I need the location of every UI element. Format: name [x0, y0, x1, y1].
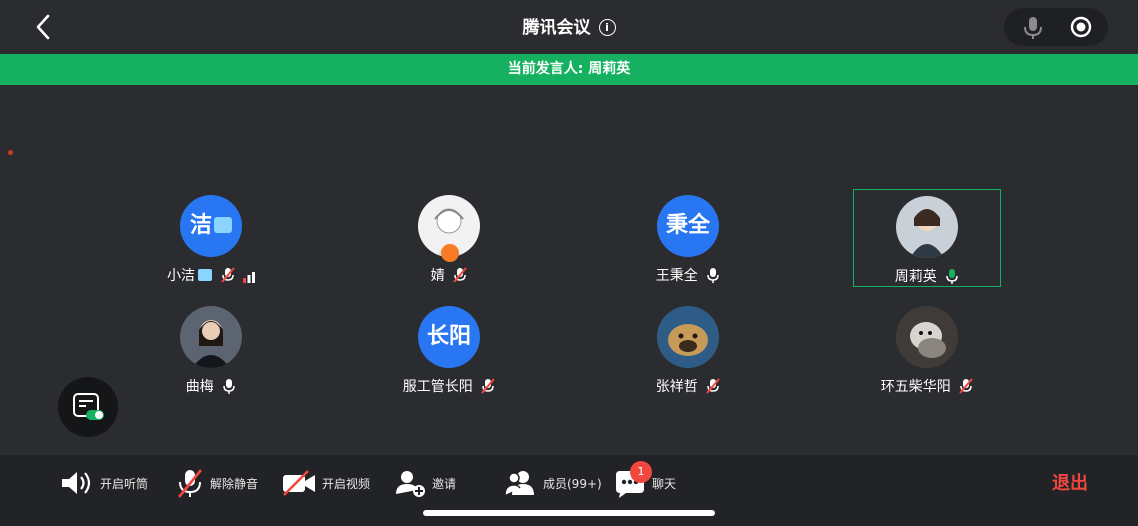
avatar: [180, 306, 242, 368]
mic-muted-icon: [453, 267, 467, 283]
mic-muted-icon: [481, 378, 495, 394]
speaker-icon: [62, 472, 91, 494]
captions-toggle-button[interactable]: [58, 377, 118, 437]
ice-emoji-icon: [198, 269, 213, 281]
captions-icon: [73, 393, 104, 420]
participant-tile[interactable]: 洁 小洁: [137, 189, 285, 287]
participant-name: 小洁: [97, 265, 325, 285]
avatar: [896, 306, 958, 368]
chat-label: 聊天: [652, 476, 677, 491]
home-indicator[interactable]: [423, 510, 715, 516]
avatar: 秉全: [657, 195, 719, 257]
participant-name: 曲梅: [97, 376, 325, 396]
participant-tile[interactable]: 婧: [375, 189, 523, 287]
leave-meeting-button[interactable]: 退出: [1052, 469, 1088, 495]
invite-label: 邀请: [432, 476, 457, 491]
mic-icon: [223, 379, 235, 394]
members-button[interactable]: 成员(99+): [505, 465, 602, 501]
mic-icon: [707, 268, 719, 283]
participant-name: 环五柴华阳: [813, 376, 1041, 396]
start-video-button[interactable]: 开启视频: [282, 465, 370, 501]
host-badge-icon: [441, 244, 459, 262]
chat-button[interactable]: 1 聊天: [614, 461, 677, 501]
participant-name: 张祥哲: [574, 376, 802, 396]
participant-tile[interactable]: 环五柴华阳: [853, 300, 1001, 398]
participant-tile[interactable]: 长阳 服工管长阳: [375, 300, 523, 398]
meeting-title: 腾讯会议 i: [0, 13, 1138, 38]
members-label: 成员(99+): [543, 476, 602, 491]
mic-muted-icon: [177, 469, 203, 498]
mic-muted-icon: [706, 378, 720, 394]
info-icon[interactable]: i: [598, 19, 616, 36]
avatar: 长阳: [418, 306, 480, 368]
avatar: 洁: [180, 195, 242, 257]
mic-muted-icon: [220, 267, 235, 283]
avatar: [896, 196, 958, 258]
current-speaker-banner: 当前发言人: 周莉英: [0, 54, 1138, 85]
avatar: [657, 306, 719, 368]
participant-name: 服工管长阳: [335, 376, 563, 396]
chat-unread-badge: 1: [630, 461, 652, 483]
earpiece-button[interactable]: 开启听筒: [60, 465, 148, 501]
mic-muted-icon: [959, 378, 973, 394]
microphone-icon[interactable]: [1020, 15, 1046, 41]
meeting-title-text: 腾讯会议: [522, 18, 591, 38]
invite-button[interactable]: 邀请: [396, 465, 456, 501]
participant-tile-active-speaker[interactable]: 周莉英: [853, 189, 1001, 287]
participant-tile[interactable]: 曲梅: [137, 300, 285, 398]
participant-name: 王秉全: [574, 265, 802, 285]
earpiece-label: 开启听筒: [100, 476, 149, 491]
record-icon[interactable]: [1070, 16, 1092, 38]
mic-speaking-icon: [946, 269, 958, 284]
unmute-button[interactable]: 解除静音: [176, 465, 258, 501]
status-dot: [8, 150, 13, 155]
start-video-label: 开启视频: [322, 476, 371, 491]
top-controls: [1004, 8, 1108, 46]
participant-tile[interactable]: 秉全 王秉全: [614, 189, 762, 287]
participant-name: 周莉英: [814, 266, 1040, 286]
video-off-icon: [283, 470, 315, 496]
signal-weak-icon: [242, 272, 255, 283]
add-user-icon: [396, 471, 425, 497]
top-bar: 腾讯会议 i: [0, 0, 1138, 54]
participant-tile[interactable]: 张祥哲: [614, 300, 762, 398]
participant-name: 婧: [335, 265, 563, 285]
members-icon: [505, 471, 534, 496]
unmute-label: 解除静音: [210, 476, 259, 491]
